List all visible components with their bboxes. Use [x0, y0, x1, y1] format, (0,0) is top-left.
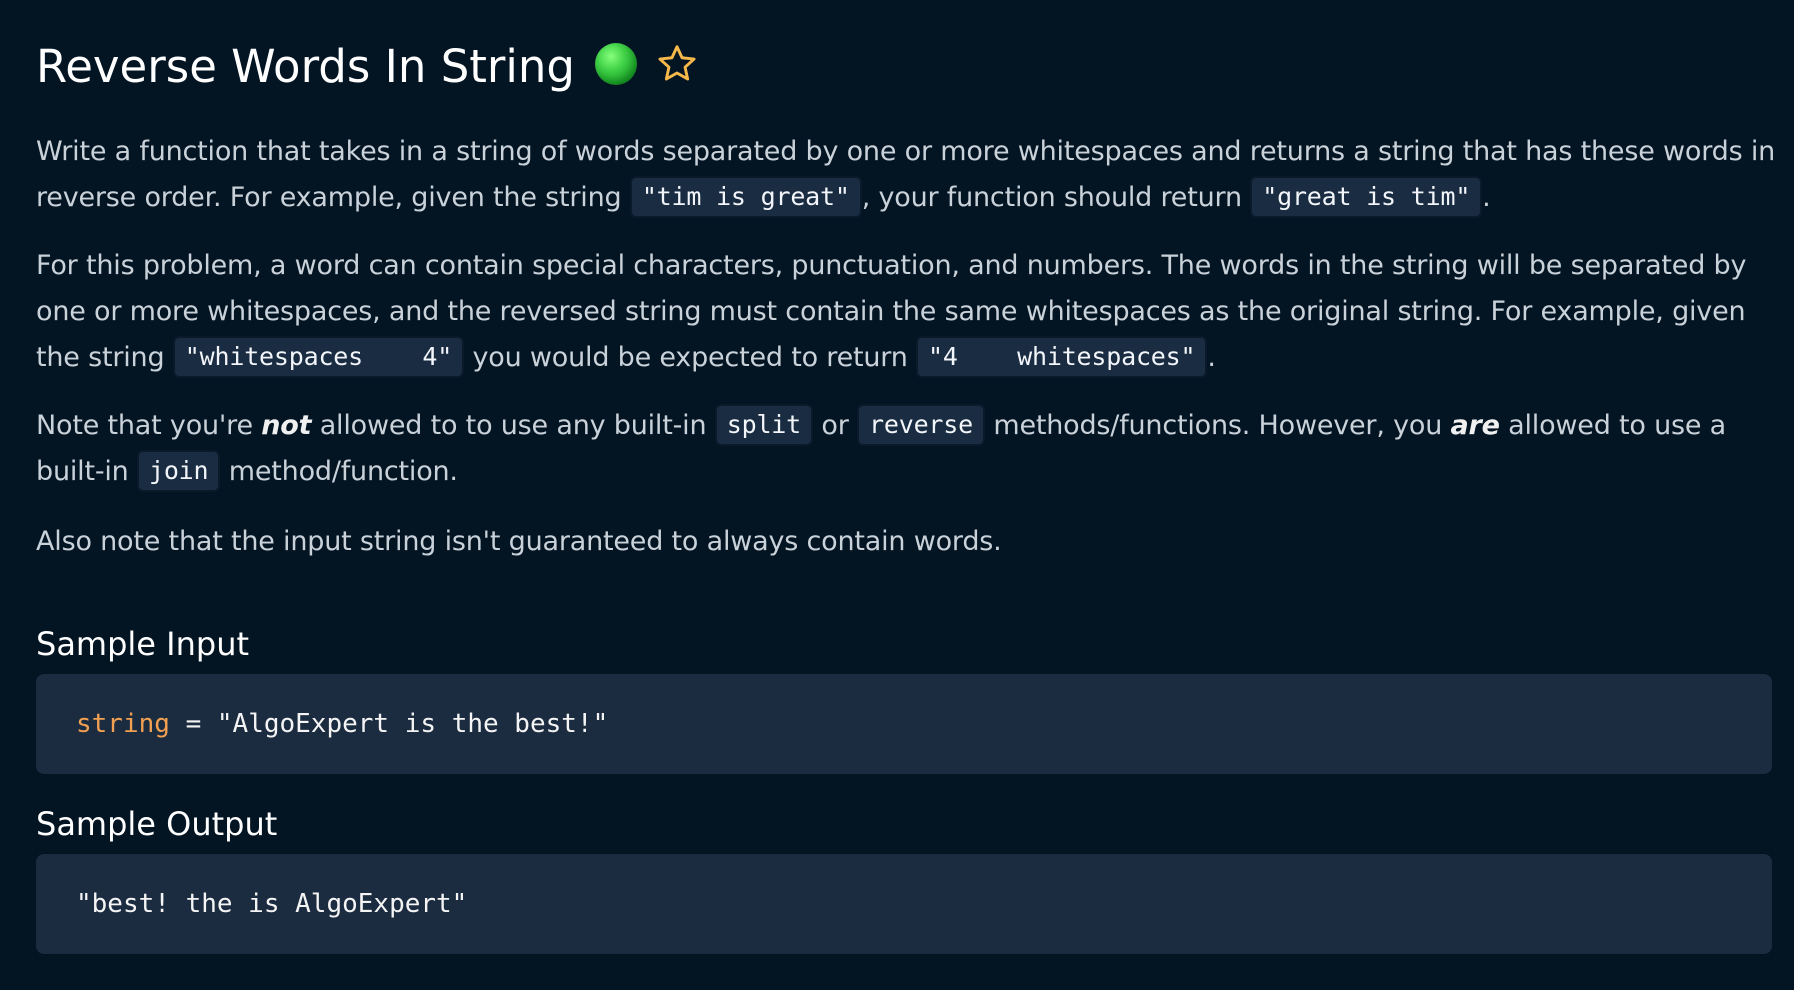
code-operator: = [169, 709, 217, 739]
description-text: methods/functions. However, you [984, 410, 1451, 441]
star-outline-icon[interactable] [655, 42, 699, 86]
inline-code: reverse [857, 404, 985, 446]
code-string: "best! the is AlgoExpert" [76, 889, 468, 919]
description-paragraph-4: Also note that the input string isn't gu… [36, 526, 1002, 557]
description-paragraph-2: For this problem, a word can contain spe… [36, 243, 1776, 381]
green-circle-icon [595, 43, 637, 85]
description-text: or [813, 410, 858, 441]
sample-output-heading: Sample Output [36, 805, 278, 843]
emphasis-text: not [261, 410, 312, 441]
description-text: allowed to to use any built-in [311, 410, 715, 441]
description-paragraph-1: Write a function that takes in a string … [36, 129, 1776, 221]
code-variable: string [76, 709, 170, 739]
description-text: , your function should return [861, 182, 1251, 213]
inline-code: "whitespaces 4" [172, 336, 465, 378]
description-text: method/function. [220, 456, 458, 487]
inline-code: "4 whitespaces" [916, 336, 1208, 378]
description-text: Note that you're [36, 410, 262, 441]
sample-input-code-block: string = "AlgoExpert is the best!" [36, 674, 1772, 774]
inline-code: split [714, 404, 814, 446]
problem-page: Reverse Words In String Write a function… [36, 0, 1775, 990]
inline-code: "tim is great" [629, 176, 862, 218]
code-string: "AlgoExpert is the best!" [216, 709, 609, 739]
inline-code: "great is tim" [1250, 176, 1483, 218]
description-paragraph-3: Note that you're not allowed to to use a… [36, 403, 1776, 495]
problem-title: Reverse Words In String [36, 40, 575, 93]
sample-input-heading: Sample Input [36, 625, 250, 663]
emphasis-text: are [1450, 410, 1500, 441]
description-text: . [1207, 342, 1216, 373]
title-row: Reverse Words In String [36, 34, 699, 100]
sample-output-code-block: "best! the is AlgoExpert" [36, 854, 1772, 954]
description-text: . [1482, 182, 1491, 213]
description-text: you would be expected to return [464, 342, 917, 373]
inline-code: join [136, 450, 221, 492]
